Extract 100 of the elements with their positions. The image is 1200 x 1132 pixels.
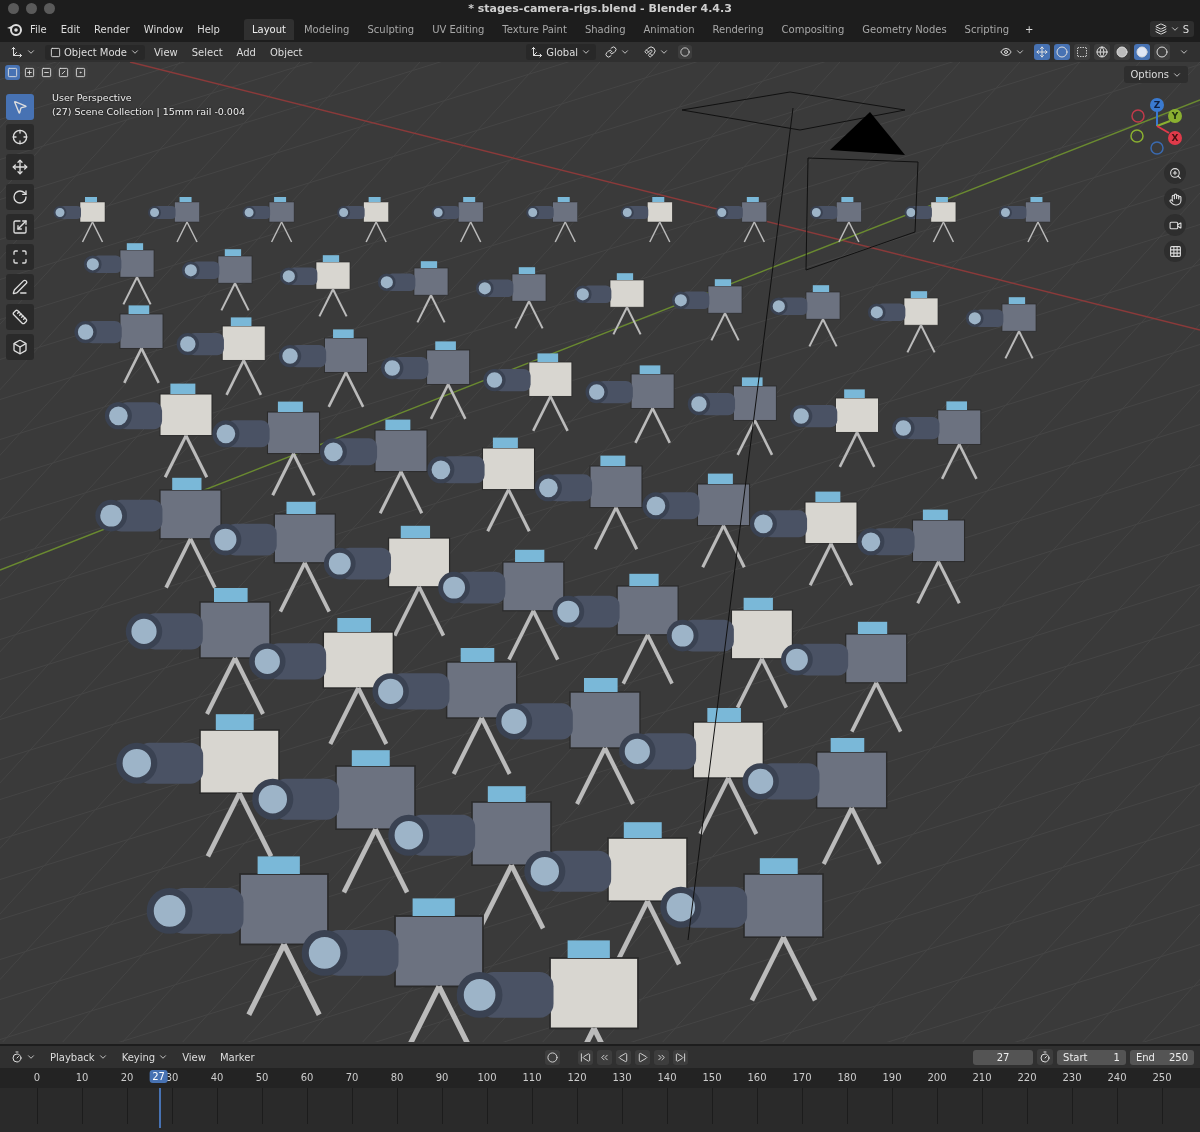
select-mode-button[interactable] [5,65,20,80]
overlay-toggle-button[interactable] [1054,44,1070,60]
scene-selector[interactable]: S [1149,21,1194,37]
proportional-edit-button[interactable] [678,45,693,59]
axes-icon [11,46,23,58]
tool-button[interactable] [6,244,34,270]
start-label: Start [1063,1051,1088,1063]
add-workspace-button[interactable]: + [1019,20,1040,38]
header-menu[interactable]: Object [264,44,308,60]
select-mode-button[interactable] [39,65,54,80]
end-value: 250 [1168,1051,1188,1063]
menu-item[interactable]: Edit [54,20,87,38]
shading-mode-button[interactable] [1114,44,1130,60]
minimize-window-button[interactable] [26,2,37,14]
shading-mode-button[interactable] [1154,44,1170,60]
timeline-menu[interactable]: Marker [214,1049,260,1065]
header-menu[interactable]: Add [231,44,261,60]
stopwatch-button[interactable] [1037,1049,1054,1065]
x-axis-handle[interactable]: X [1156,125,1182,145]
caret-icon [130,47,140,57]
y-axis-handle[interactable]: Y [1156,109,1182,127]
start-frame-field[interactable]: Start 1 [1057,1049,1126,1065]
magnet-icon [644,46,657,58]
zoom-window-button[interactable] [44,2,55,14]
workspace-tab[interactable]: Animation [635,18,703,40]
zoom-button[interactable] [1164,162,1186,184]
timeline-menu[interactable]: Playback [45,1049,113,1065]
auto-keying-button[interactable] [544,1049,560,1065]
workspace-tab[interactable]: Geometry Nodes [854,18,955,40]
xray-toggle-button[interactable] [1074,44,1090,60]
record-icon [546,1051,558,1063]
camera-view-button[interactable] [1164,214,1186,236]
move-arrows-icon [12,159,28,175]
shading-mode-button[interactable] [1134,44,1150,60]
frame-number: 210 [972,1072,992,1083]
menu-item[interactable]: Render [88,20,136,38]
jump-start-button[interactable] [577,1049,593,1065]
jump-end-button[interactable] [672,1049,688,1065]
workspace-tab[interactable]: Rendering [704,18,772,40]
tool-button[interactable] [6,334,34,360]
playhead-frame[interactable]: 27 [149,1070,168,1083]
workspace-tab[interactable]: Scripting [956,18,1018,40]
timeline-menu[interactable]: Keying [116,1049,174,1065]
playhead-line[interactable] [158,1088,161,1128]
select-mode-button[interactable] [22,65,37,80]
shading-mode-button[interactable] [1094,44,1110,60]
select-invert-icon [58,67,69,78]
frame-number: 190 [882,1072,902,1083]
material-sphere-icon [1136,46,1148,58]
close-window-button[interactable] [8,2,19,14]
tool-button[interactable] [6,154,34,180]
negative-y-axis-icon[interactable] [1130,129,1144,143]
play-reverse-icon [617,1051,629,1063]
gizmo-toggle-button[interactable] [1034,44,1050,60]
workspace-tab[interactable]: Texture Paint [494,18,575,40]
window-title: * stages-camera-rigs.blend - Blender 4.4.3 [468,1,732,15]
axes-icon [531,46,544,58]
frame-number: 250 [1152,1072,1172,1083]
tool-button[interactable] [6,124,34,150]
blender-logo-icon[interactable] [6,22,22,36]
frame-number: 0 [33,1072,41,1083]
header-menu[interactable]: View [149,44,183,60]
current-frame-field[interactable]: 27 [973,1049,1034,1065]
frame-number: 10 [75,1072,89,1083]
play-icon [636,1051,648,1063]
orientation-dropdown[interactable]: Global [526,44,597,60]
end-frame-field[interactable]: End 250 [1129,1049,1194,1065]
tool-button[interactable] [6,304,34,330]
workspace-tab[interactable]: Sculpting [359,18,423,40]
caret-icon [26,1052,36,1062]
next-keyframe-button[interactable] [653,1049,669,1065]
play-button[interactable] [634,1049,650,1065]
workspace-tab[interactable]: Modeling [295,18,358,40]
play-reverse-button[interactable] [615,1049,631,1065]
menu-item[interactable]: Help [191,20,226,38]
transform-icon [12,249,28,265]
frame-number: 240 [1107,1072,1127,1083]
options-dropdown[interactable]: Options [1124,66,1188,83]
viewport-info-text: (27) Scene Collection | 15mm rail -0.004 [52,106,245,117]
tool-button[interactable] [6,184,34,210]
workspace-tab[interactable]: Layout [243,18,294,40]
workspace-tab[interactable]: Shading [576,18,634,40]
pan-hand-button[interactable] [1164,188,1186,210]
select-mode-button[interactable] [73,65,88,80]
tool-button[interactable] [6,274,34,300]
tool-button[interactable] [6,214,34,240]
caret-icon [97,1052,108,1062]
frame-number: 200 [927,1072,947,1083]
eye-icon [1000,46,1012,58]
previous-keyframe-button[interactable] [596,1049,612,1065]
header-menu[interactable]: Select [186,44,228,60]
menu-item[interactable]: Window [137,20,190,38]
timeline-menu[interactable]: View [177,1049,211,1065]
workspace-tab[interactable]: UV Editing [424,18,493,40]
perspective-grid-button[interactable] [1164,240,1186,262]
workspace-tab[interactable]: Compositing [773,18,853,40]
z-axis-handle[interactable]: Z [1150,98,1164,127]
mode-dropdown[interactable]: Object Mode [45,44,145,60]
menu-item[interactable]: File [24,20,53,38]
select-mode-button[interactable] [56,65,71,80]
